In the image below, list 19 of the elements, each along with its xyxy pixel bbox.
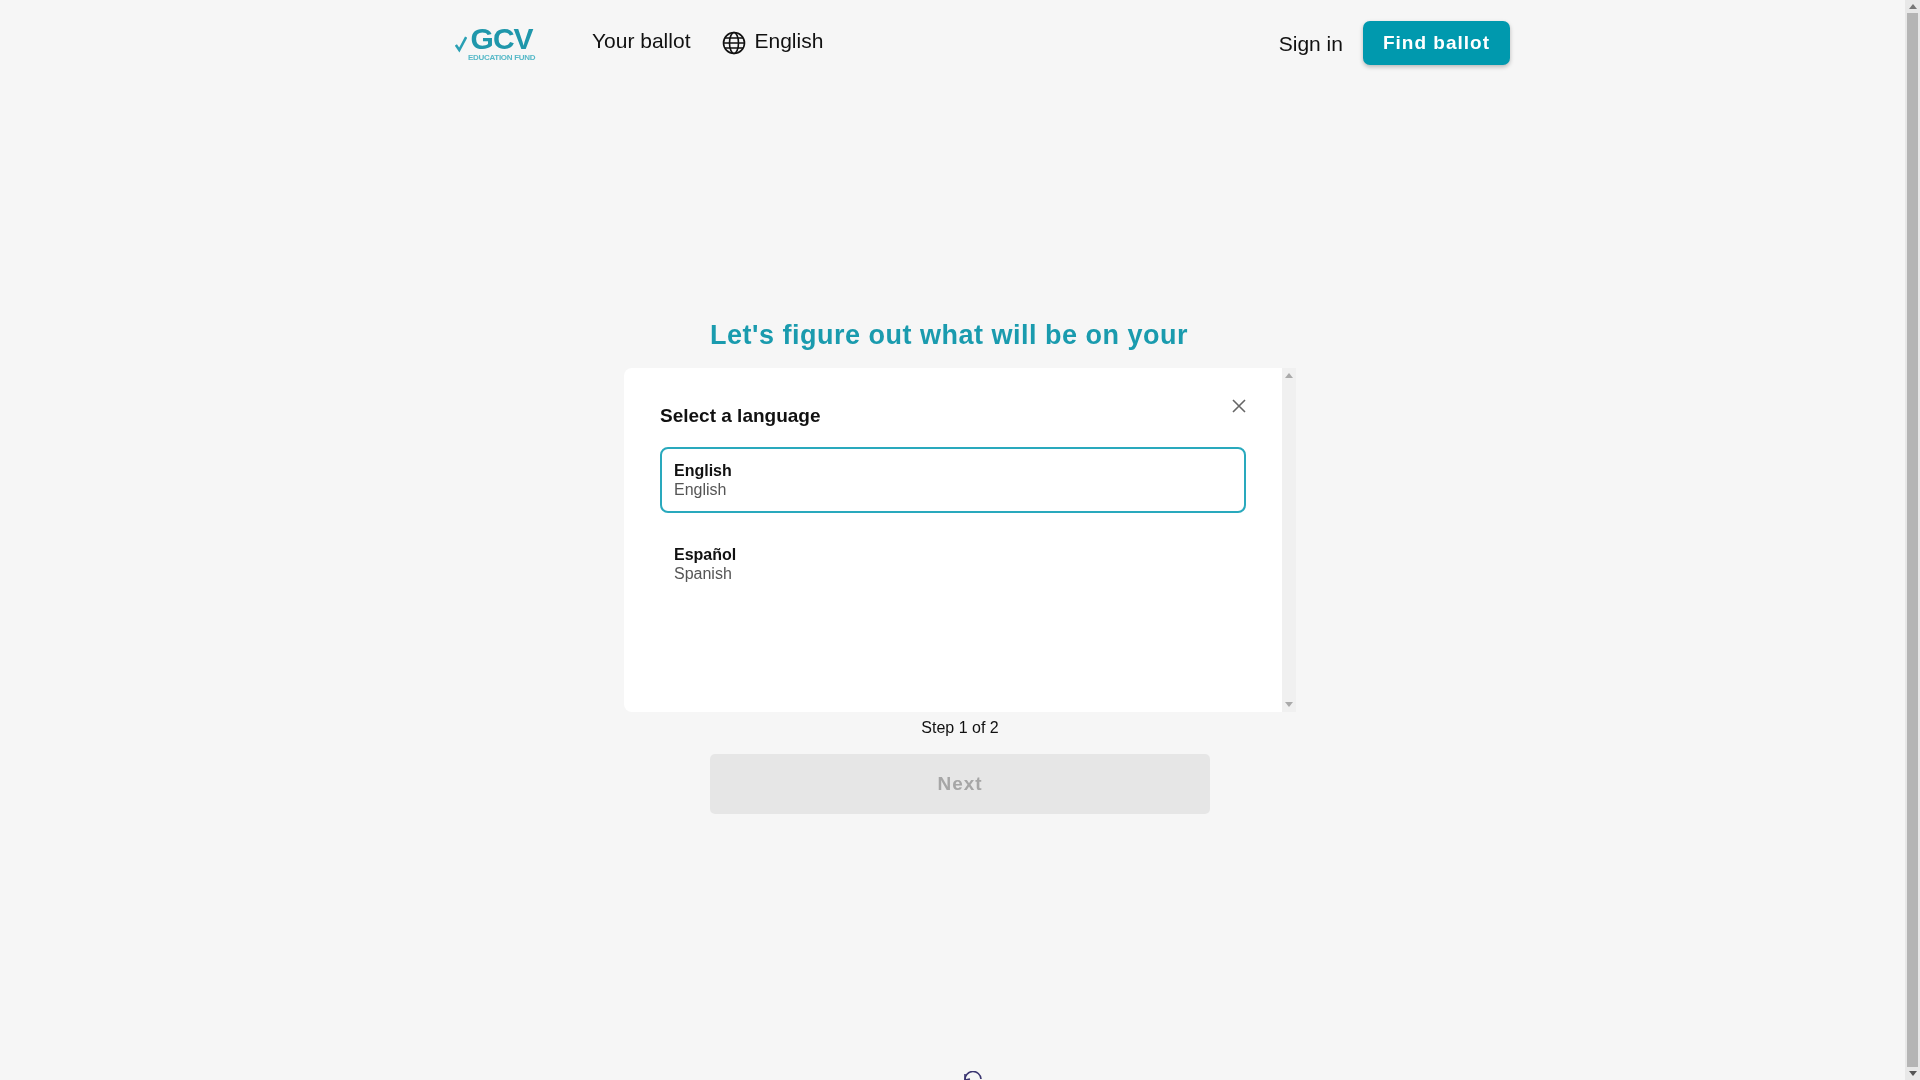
globe-icon bbox=[722, 31, 747, 55]
dialog-title: Select a language bbox=[660, 405, 821, 427]
sign-in-link[interactable]: Sign in bbox=[1278, 32, 1343, 56]
language-option[interactable]: English English bbox=[660, 447, 1246, 513]
page-heading: Let's figure out what will be on your bbox=[710, 319, 1189, 352]
language-english-name: Spanish bbox=[674, 564, 733, 583]
scrollbar[interactable] bbox=[1282, 368, 1296, 712]
language-button[interactable]: English bbox=[722, 27, 824, 55]
scroll-down-arrow-icon[interactable] bbox=[1908, 1071, 1917, 1076]
language-name: Español bbox=[674, 545, 738, 564]
step-indicator: Step 1 of 2 bbox=[921, 719, 999, 737]
language-option[interactable]: Español Spanish bbox=[660, 531, 1246, 597]
nav-link[interactable]: Your ballot bbox=[592, 29, 691, 53]
language-name: English bbox=[674, 461, 733, 480]
scroll-up-arrow-icon[interactable] bbox=[1908, 4, 1917, 9]
scrollbar[interactable] bbox=[1905, 0, 1920, 1080]
language-english-name: English bbox=[674, 480, 728, 499]
scrollbar-thumb[interactable] bbox=[1907, 13, 1918, 1067]
scroll-up-arrow-icon[interactable] bbox=[1285, 373, 1293, 378]
